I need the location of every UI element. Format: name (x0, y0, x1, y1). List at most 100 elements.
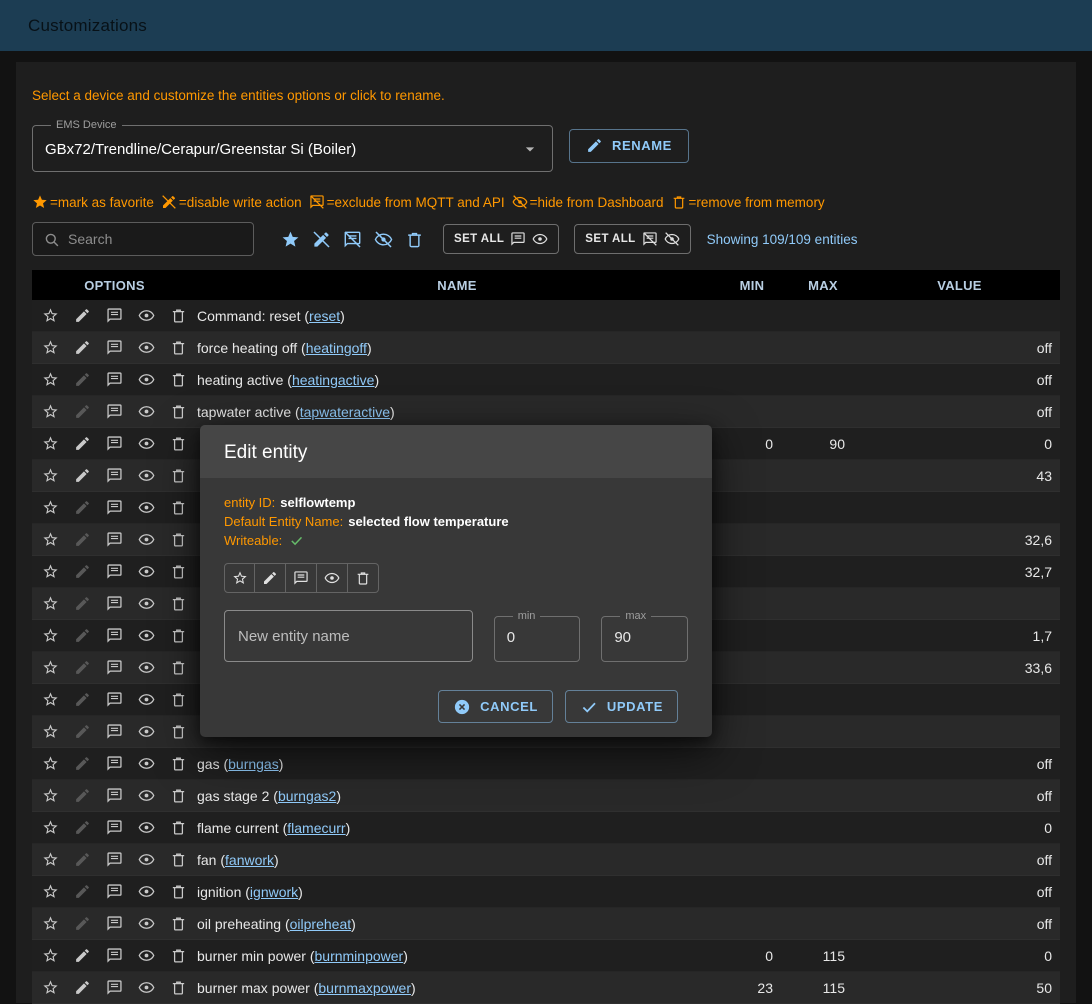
entity-name: burner max power (burnmaxpower) (197, 980, 717, 996)
delete-icon (170, 819, 187, 836)
row-option-icons (32, 659, 197, 676)
filter-comment-off-button[interactable] (338, 225, 366, 253)
comment-icon (106, 467, 123, 484)
entity-value: 33,6 (859, 660, 1060, 676)
entity-name: fan (fanwork) (197, 852, 717, 868)
legend-item-text: =exclude from MQTT and API (327, 195, 505, 210)
table-row[interactable]: tapwater active (tapwateractive)off (32, 396, 1060, 428)
delete-icon (170, 979, 187, 996)
legend: =mark as favorite=disable write action=e… (32, 194, 1060, 210)
edit-icon (74, 947, 91, 964)
delete-icon (671, 194, 687, 210)
row-option-icons (32, 723, 197, 740)
new-entity-name-input[interactable] (238, 628, 459, 645)
table-row[interactable]: gas (burngas)off (32, 748, 1060, 780)
edit-icon (74, 851, 91, 868)
toggle-comment-button[interactable] (286, 563, 317, 593)
filter-delete-button[interactable] (400, 225, 428, 253)
entity-value: off (859, 916, 1060, 932)
comment-icon (106, 691, 123, 708)
edit-icon (74, 403, 91, 420)
table-row[interactable]: fan (fanwork) off (32, 844, 1060, 876)
filter-edit-off-button[interactable] (307, 225, 335, 253)
max-field: max (601, 610, 688, 662)
table-row[interactable]: burner max power (burnmaxpower)2311550 (32, 972, 1060, 1004)
toolbar: SET ALLSET ALL Showing 109/109 entities (32, 222, 1060, 256)
entity-shortname-link[interactable]: heatingoff (306, 340, 367, 356)
comment-icon (106, 851, 123, 868)
toggle-delete-button[interactable] (348, 563, 379, 593)
entity-shortname-link[interactable]: burnmaxpower (318, 980, 411, 996)
entity-name: Command: reset (reset) (197, 308, 717, 324)
ems-device-select[interactable]: EMS Device GBx72/Trendline/Cerapur/Green… (32, 119, 553, 172)
star-outline-icon (42, 851, 59, 868)
table-row[interactable]: flame current (flamecurr)0 (32, 812, 1060, 844)
toggle-edit-button[interactable] (255, 563, 286, 593)
star-icon (32, 194, 48, 210)
eye-icon (138, 755, 155, 772)
cancel-button-label: CANCEL (480, 699, 538, 714)
cancel-button[interactable]: CANCEL (438, 690, 553, 723)
delete-icon (170, 915, 187, 932)
eye-icon (138, 979, 155, 996)
table-row[interactable]: gas stage 2 (burngas2)off (32, 780, 1060, 812)
entity-value: off (859, 852, 1060, 868)
comment-icon (106, 755, 123, 772)
eye-icon (138, 339, 155, 356)
toggle-star-outline-button[interactable] (224, 563, 255, 593)
filter-star-button[interactable] (276, 225, 304, 253)
entity-shortname-link[interactable]: ignwork (250, 884, 298, 900)
delete-icon (170, 371, 187, 388)
entity-id-value: selflowtemp (280, 493, 355, 512)
dialog-inputs: min max (224, 610, 688, 662)
entity-shortname-link[interactable]: reset (309, 308, 340, 324)
delete-icon (170, 307, 187, 324)
entity-shortname-link[interactable]: fanwork (225, 852, 274, 868)
table-row[interactable]: burner min power (burnminpower)01150 (32, 940, 1060, 972)
delete-icon (170, 723, 187, 740)
min-field-label: min (513, 610, 541, 622)
entity-shortname-link[interactable]: burnminpower (315, 948, 404, 964)
edit-icon (74, 339, 91, 356)
toggle-eye-button[interactable] (317, 563, 348, 593)
cancel-icon (453, 698, 471, 716)
table-row[interactable]: ignition (ignwork)off (32, 876, 1060, 908)
row-option-icons (32, 691, 197, 708)
entity-max: 90 (787, 436, 859, 452)
rename-button[interactable]: RENAME (569, 129, 689, 163)
row-option-icons (32, 947, 197, 964)
entity-shortname-link[interactable]: tapwateractive (300, 404, 390, 420)
table-row[interactable]: oil preheating (oilpreheat)off (32, 908, 1060, 940)
eye-icon (138, 723, 155, 740)
filter-eye-off-button[interactable] (369, 225, 397, 253)
delete-icon (170, 339, 187, 356)
set-all-button-1[interactable]: SET ALL (443, 224, 559, 254)
entity-shortname-link[interactable]: burngas (228, 756, 279, 772)
min-input[interactable] (507, 623, 568, 651)
table-row[interactable]: Command: reset (reset) (32, 300, 1060, 332)
table-row[interactable]: force heating off (heatingoff)off (32, 332, 1060, 364)
row-option-icons (32, 627, 197, 644)
col-header-name: NAME (197, 278, 717, 293)
edit-icon (74, 563, 91, 580)
caret-down-icon (520, 139, 540, 159)
star-outline-icon (42, 403, 59, 420)
delete-icon (170, 595, 187, 612)
col-header-max: MAX (787, 278, 859, 293)
entity-max: 115 (787, 980, 859, 996)
set-all-button-2[interactable]: SET ALL (574, 224, 690, 254)
table-row[interactable]: heating active (heatingactive)off (32, 364, 1060, 396)
update-button[interactable]: UPDATE (565, 690, 678, 723)
entity-shortname-link[interactable]: flamecurr (287, 820, 345, 836)
edit-icon (74, 371, 91, 388)
delete-icon (170, 659, 187, 676)
max-input[interactable] (614, 623, 675, 651)
search-icon (43, 231, 60, 248)
search-input[interactable] (68, 231, 243, 247)
max-field-label: max (620, 610, 651, 622)
edit-icon (262, 570, 278, 586)
entity-shortname-link[interactable]: burngas2 (278, 788, 336, 804)
entity-shortname-link[interactable]: heatingactive (292, 372, 375, 388)
entity-shortname-link[interactable]: oilpreheat (290, 916, 352, 932)
eye-icon (138, 947, 155, 964)
